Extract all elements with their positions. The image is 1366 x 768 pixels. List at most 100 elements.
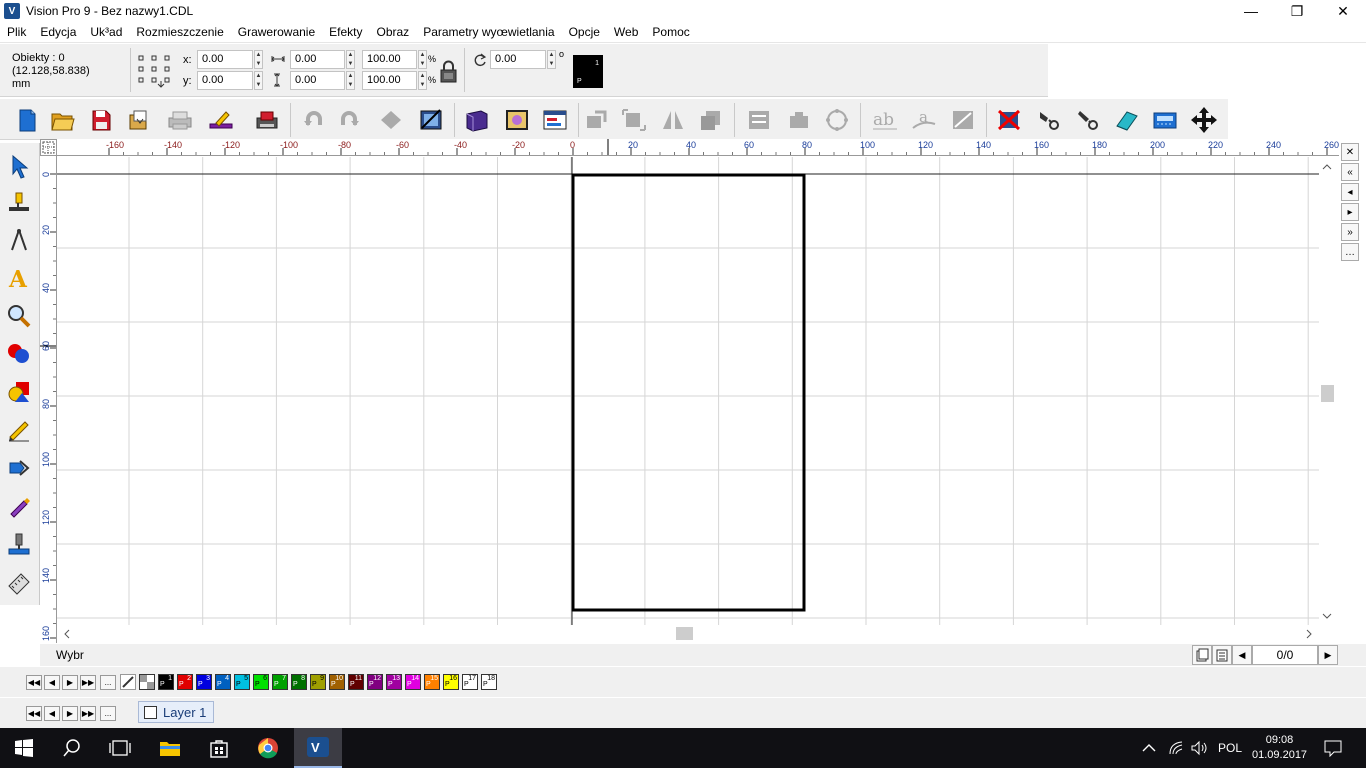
dock-first-icon[interactable]: « xyxy=(1341,163,1359,181)
start-button-icon[interactable] xyxy=(0,728,48,768)
dock-next-icon[interactable]: ▸ xyxy=(1341,203,1359,221)
bitmap-icon[interactable] xyxy=(502,105,532,135)
page-prev-button[interactable]: ◀ xyxy=(1232,645,1252,665)
delete-nodes-icon[interactable] xyxy=(994,105,1024,135)
group-icon[interactable] xyxy=(696,105,726,135)
menu-parametry[interactable]: Parametry wyœwietlania xyxy=(416,22,561,43)
scale-width-input[interactable]: 100.00 xyxy=(362,50,417,69)
pen-swatch-7[interactable]: 7P xyxy=(272,674,288,690)
ruler-measure-icon[interactable] xyxy=(4,566,34,598)
pencil-tool-icon[interactable] xyxy=(4,414,34,446)
layer-next-button[interactable]: ▶ xyxy=(62,706,78,721)
close-button[interactable]: ✕ xyxy=(1320,0,1366,22)
redo-icon[interactable] xyxy=(335,105,365,135)
pen-swatch-12[interactable]: 12 P xyxy=(367,674,383,690)
pen-swatch-3[interactable]: 3P xyxy=(196,674,212,690)
menu-plik[interactable]: Plik xyxy=(0,22,33,43)
pen-swatch-8[interactable]: 8P xyxy=(291,674,307,690)
height-input[interactable]: 0.00 xyxy=(290,71,345,90)
distribute-icon[interactable] xyxy=(619,105,649,135)
menu-edycja[interactable]: Edycja xyxy=(33,22,83,43)
clock[interactable]: 09:08 01.09.2017 xyxy=(1252,728,1307,768)
menu-rozmieszczenie[interactable]: Rozmieszczenie xyxy=(129,22,230,43)
dock-more-icon[interactable]: … xyxy=(1341,243,1359,261)
zoom-tool-icon[interactable] xyxy=(4,300,34,332)
pen-swatch-18[interactable]: 18 P xyxy=(481,674,497,690)
pen-swatch-11[interactable]: 11 P xyxy=(348,674,364,690)
width-input[interactable]: 0.00 xyxy=(290,50,345,69)
engrave-table-icon[interactable] xyxy=(4,187,34,219)
send-to-machine-icon[interactable] xyxy=(252,105,282,135)
compass-draw-icon[interactable] xyxy=(4,224,34,256)
volume-icon[interactable] xyxy=(1190,728,1208,768)
new-file-icon[interactable] xyxy=(12,105,42,135)
eraser-icon[interactable] xyxy=(1111,105,1141,135)
transparent-swatch-icon[interactable] xyxy=(139,674,155,690)
scale-height-spinner[interactable]: ▲ ▼ xyxy=(418,71,427,90)
layer-visibility-checkbox[interactable] xyxy=(144,705,157,719)
pen-swatch-6[interactable]: 6P xyxy=(253,674,269,690)
menu-web[interactable]: Web xyxy=(607,22,645,43)
file-explorer-icon[interactable] xyxy=(146,728,194,768)
dock-last-icon[interactable]: » xyxy=(1341,223,1359,241)
pen-color-swatch[interactable]: 1 P xyxy=(573,55,603,88)
scale-width-spinner[interactable]: ▲ ▼ xyxy=(418,50,427,69)
shapes-tool-icon[interactable] xyxy=(4,376,34,408)
dock-prev-icon[interactable]: ◂ xyxy=(1341,183,1359,201)
text-on-path-icon[interactable]: a xyxy=(909,105,939,135)
maximize-button[interactable]: ❐ xyxy=(1274,0,1320,22)
select-arrow-icon[interactable] xyxy=(4,151,34,183)
pen-swatch-5[interactable]: 5P xyxy=(234,674,250,690)
node-edit-icon[interactable] xyxy=(376,105,406,135)
ruler-corner[interactable] xyxy=(40,139,57,156)
palette-more-button[interactable]: ... xyxy=(100,675,116,690)
text-tool-icon[interactable]: A xyxy=(4,262,34,294)
drawing-canvas[interactable] xyxy=(57,157,1319,625)
color-fill-icon[interactable] xyxy=(4,338,34,370)
dock-close-icon[interactable]: ✕ xyxy=(1341,143,1359,161)
engrave-tool-icon[interactable] xyxy=(1073,105,1103,135)
engrave-output-icon[interactable] xyxy=(206,105,236,135)
palette-next-button[interactable]: ▶ xyxy=(62,675,78,690)
page-next-button[interactable]: ▶ xyxy=(1318,645,1338,665)
y-spinner[interactable]: ▲ ▼ xyxy=(254,71,263,90)
pen-swatch-16[interactable]: 16 P xyxy=(443,674,459,690)
y-position-input[interactable]: 0.00 xyxy=(197,71,253,90)
layer-prev-button[interactable]: ◀ xyxy=(44,706,60,721)
page-add-icon[interactable] xyxy=(1192,645,1212,665)
rotation-input[interactable]: 0.00 xyxy=(490,50,546,69)
menu-efekty[interactable]: Efekty xyxy=(322,22,369,43)
pen-swatch-17[interactable]: 17 P xyxy=(462,674,478,690)
menu-opcje[interactable]: Opcje xyxy=(562,22,607,43)
align-objects-icon[interactable] xyxy=(581,105,611,135)
calculator-icon[interactable] xyxy=(1150,105,1180,135)
import-icon[interactable] xyxy=(124,105,154,135)
rotation-spinner[interactable]: ▲ ▼ xyxy=(547,50,556,69)
undo-icon[interactable] xyxy=(300,105,330,135)
mirror-icon[interactable] xyxy=(658,105,688,135)
layer-last-button[interactable]: ▶▶ xyxy=(80,706,96,721)
menu-grawerowanie[interactable]: Grawerowanie xyxy=(231,22,322,43)
save-icon[interactable] xyxy=(86,105,116,135)
no-fill-swatch-icon[interactable] xyxy=(120,674,136,690)
tool-path-icon[interactable] xyxy=(1034,105,1064,135)
language-indicator[interactable]: POL xyxy=(1218,728,1242,768)
pen-swatch-14[interactable]: 14 P xyxy=(405,674,421,690)
layer-first-button[interactable]: ◀◀ xyxy=(26,706,42,721)
pen-swatch-4[interactable]: 4P xyxy=(215,674,231,690)
anchor-point-grid-icon[interactable] xyxy=(138,55,172,89)
layer-more-button[interactable]: ... xyxy=(100,706,116,721)
image-view-icon[interactable] xyxy=(416,105,446,135)
pen-tool-icon[interactable] xyxy=(4,490,34,522)
search-icon[interactable] xyxy=(48,728,96,768)
text-edit-icon[interactable]: ab xyxy=(870,105,900,135)
horizontal-scrollbar[interactable] xyxy=(57,625,1319,643)
combine-icon[interactable] xyxy=(784,105,814,135)
vision-pro-taskbar-icon[interactable]: V xyxy=(294,728,342,768)
pen-swatch-2[interactable]: 2P xyxy=(177,674,193,690)
height-spinner[interactable]: ▲ ▼ xyxy=(346,71,355,90)
perspective-icon[interactable] xyxy=(948,105,978,135)
pen-swatch-10[interactable]: 10 P xyxy=(329,674,345,690)
circle-tool-icon[interactable] xyxy=(822,105,852,135)
menu-uklad[interactable]: Uk³ad xyxy=(83,22,129,43)
